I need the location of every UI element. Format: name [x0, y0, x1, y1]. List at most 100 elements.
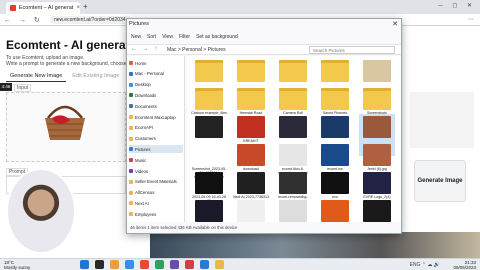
sidebar-item[interactable]: Home	[129, 59, 183, 67]
taskbar-app-icon[interactable]	[170, 260, 179, 269]
clock[interactable]: 21:33 09/05/2023	[453, 260, 476, 270]
breadcrumb[interactable]: Mac > Personal > Pictures	[167, 47, 226, 53]
sidebar-item-label: EcomAPI	[135, 125, 153, 131]
taskbar-app-icon[interactable]	[125, 260, 134, 269]
folder-icon	[237, 88, 265, 110]
sidebar-item-label: Home	[135, 60, 147, 66]
image-thumbnail	[279, 116, 307, 138]
taskbar-app-icon[interactable]	[215, 260, 224, 269]
sidebar-item-label: Music	[135, 157, 147, 163]
window-controls[interactable]: ─ ◻ ✕	[438, 2, 476, 9]
sidebar-item-label: Downloads	[135, 92, 157, 98]
folder-icon	[321, 88, 349, 110]
image-thumbnail	[321, 172, 349, 194]
taskbar-app-icon[interactable]	[80, 260, 89, 269]
sidebar-item[interactable]: Pictures	[129, 145, 183, 154]
folder-icon	[279, 88, 307, 110]
sidebar-item[interactable]: Next AI	[129, 199, 183, 207]
tab-edit-existing[interactable]: Edit Existing Image	[68, 71, 123, 82]
browser-menu-icon[interactable]: ⋯	[468, 16, 474, 23]
sidebar-item[interactable]: AllCensus	[129, 189, 183, 197]
file-item[interactable]	[233, 198, 269, 222]
timer-badge: 4:46	[0, 83, 12, 91]
image-thumbnail	[321, 116, 349, 138]
toolbar-new-button[interactable]: New	[131, 34, 141, 40]
taskbar-app-icon[interactable]	[155, 260, 164, 269]
close-tab-icon[interactable]: ×	[76, 5, 80, 11]
sidebar-item[interactable]: Ecomtent MaxLaptop	[129, 113, 183, 121]
search-input[interactable]: Search Pictures	[309, 46, 395, 54]
sidebar-item-label: Seller Event Materials	[135, 179, 177, 185]
close-icon[interactable]: ✕	[392, 20, 398, 28]
image-thumbnail	[321, 144, 349, 166]
folder-icon	[129, 82, 133, 87]
clock-date: 09/05/2023	[453, 265, 476, 270]
file-item[interactable]	[191, 198, 227, 222]
file-item[interactable]	[359, 198, 395, 222]
sidebar-item[interactable]: Customers	[129, 135, 183, 143]
sidebar-item[interactable]: EcomAPI	[129, 124, 183, 132]
sidebar-item[interactable]: Music	[129, 156, 183, 164]
path-nav-buttons[interactable]: ← → ↑	[131, 46, 159, 52]
sidebar-item[interactable]: Mac - Personal	[129, 70, 183, 78]
dialog-sidebar: Home Mac - Personal Desktop Downloads Docume…	[127, 56, 185, 222]
folder-icon	[129, 136, 133, 141]
sidebar-item-label: Desktop	[135, 82, 151, 88]
sidebar-item[interactable]: Employees	[129, 210, 183, 218]
input-label: Input	[14, 84, 32, 92]
browser-tab[interactable]: Ecomtent – AI generated produ ×	[6, 2, 80, 14]
generate-image-button[interactable]: Generate Image	[414, 160, 466, 202]
dialog-toolbar: New Sort View Filter Set as background	[127, 31, 401, 43]
weather-widget[interactable]: 18°C Mostly sunny	[4, 260, 30, 270]
sidebar-item[interactable]: Downloads	[129, 91, 183, 99]
folder-icon	[129, 179, 133, 184]
taskbar-app-icon[interactable]	[110, 260, 119, 269]
sidebar-item[interactable]: Videos	[129, 167, 183, 175]
image-thumbnail	[237, 116, 265, 138]
url-field[interactable]: new.ecomtent.ai/?order=0d2034-d14f5d9a3d…	[50, 16, 130, 24]
taskbar-app-icon[interactable]	[95, 260, 104, 269]
taskbar-app-icon[interactable]	[200, 260, 209, 269]
folder-icon	[129, 104, 133, 109]
image-thumbnail	[237, 200, 265, 222]
image-thumbnail	[237, 172, 265, 194]
tab-generate-new[interactable]: Generate New Image	[6, 71, 67, 82]
sidebar-item-label: Documents	[135, 103, 157, 109]
sidebar-item-label: Ecomtent MaxLaptop	[135, 114, 176, 120]
new-tab-button[interactable]: +	[83, 2, 88, 11]
taskbar: 18°C Mostly sunny ENG ⌃ ☁ 🔊 21:33 09/05/…	[0, 258, 480, 270]
image-thumbnail	[195, 172, 223, 194]
tab-title: Ecomtent – AI generated produ	[18, 5, 74, 11]
folder-icon	[129, 201, 133, 206]
nav-buttons[interactable]: ← → ↻	[4, 16, 43, 24]
folder-icon	[129, 125, 133, 130]
sidebar-item[interactable]: Seller Event Materials	[129, 178, 183, 186]
description-line-2: Write a prompt to generate a new backgro…	[6, 61, 127, 67]
path-bar: ← → ↑ Mac > Personal > Pictures Search P…	[127, 44, 401, 55]
image-thumbnail	[237, 144, 265, 166]
file-grid: Cartoon example_files Hemstal Road Camera …	[187, 56, 401, 222]
favicon-icon	[10, 5, 16, 11]
toolbar-view-button[interactable]: View	[162, 34, 173, 40]
folder-icon	[363, 88, 391, 110]
sidebar-item[interactable]: Desktop	[129, 81, 183, 89]
folder-icon	[129, 212, 133, 217]
toolbar-set-background-button[interactable]: Set as background	[196, 34, 238, 40]
image-thumbnail	[363, 172, 391, 194]
file-item[interactable]: One Reboot Group	[317, 198, 353, 222]
file-item[interactable]: CAPIBE	[275, 198, 311, 222]
image-thumbnail	[195, 116, 223, 138]
folder-icon	[129, 93, 133, 98]
image-thumbnail	[363, 200, 391, 222]
taskbar-app-icon[interactable]	[185, 260, 194, 269]
system-tray[interactable]: ENG ⌃ ☁ 🔊	[410, 262, 440, 268]
folder-icon	[129, 147, 133, 152]
toolbar-filter-button[interactable]: Filter	[179, 34, 190, 40]
sidebar-item[interactable]: Documents	[129, 102, 183, 110]
taskbar-app-icon[interactable]	[140, 260, 149, 269]
folder-icon	[129, 169, 133, 173]
status-bar: 46 items 1 item selected 436 KB Availabl…	[130, 225, 238, 230]
toolbar-sort-button[interactable]: Sort	[147, 34, 156, 40]
folder-icon	[129, 61, 133, 65]
file-open-dialog: Pictures ✕ New Sort View Filter Set as b…	[126, 18, 402, 234]
